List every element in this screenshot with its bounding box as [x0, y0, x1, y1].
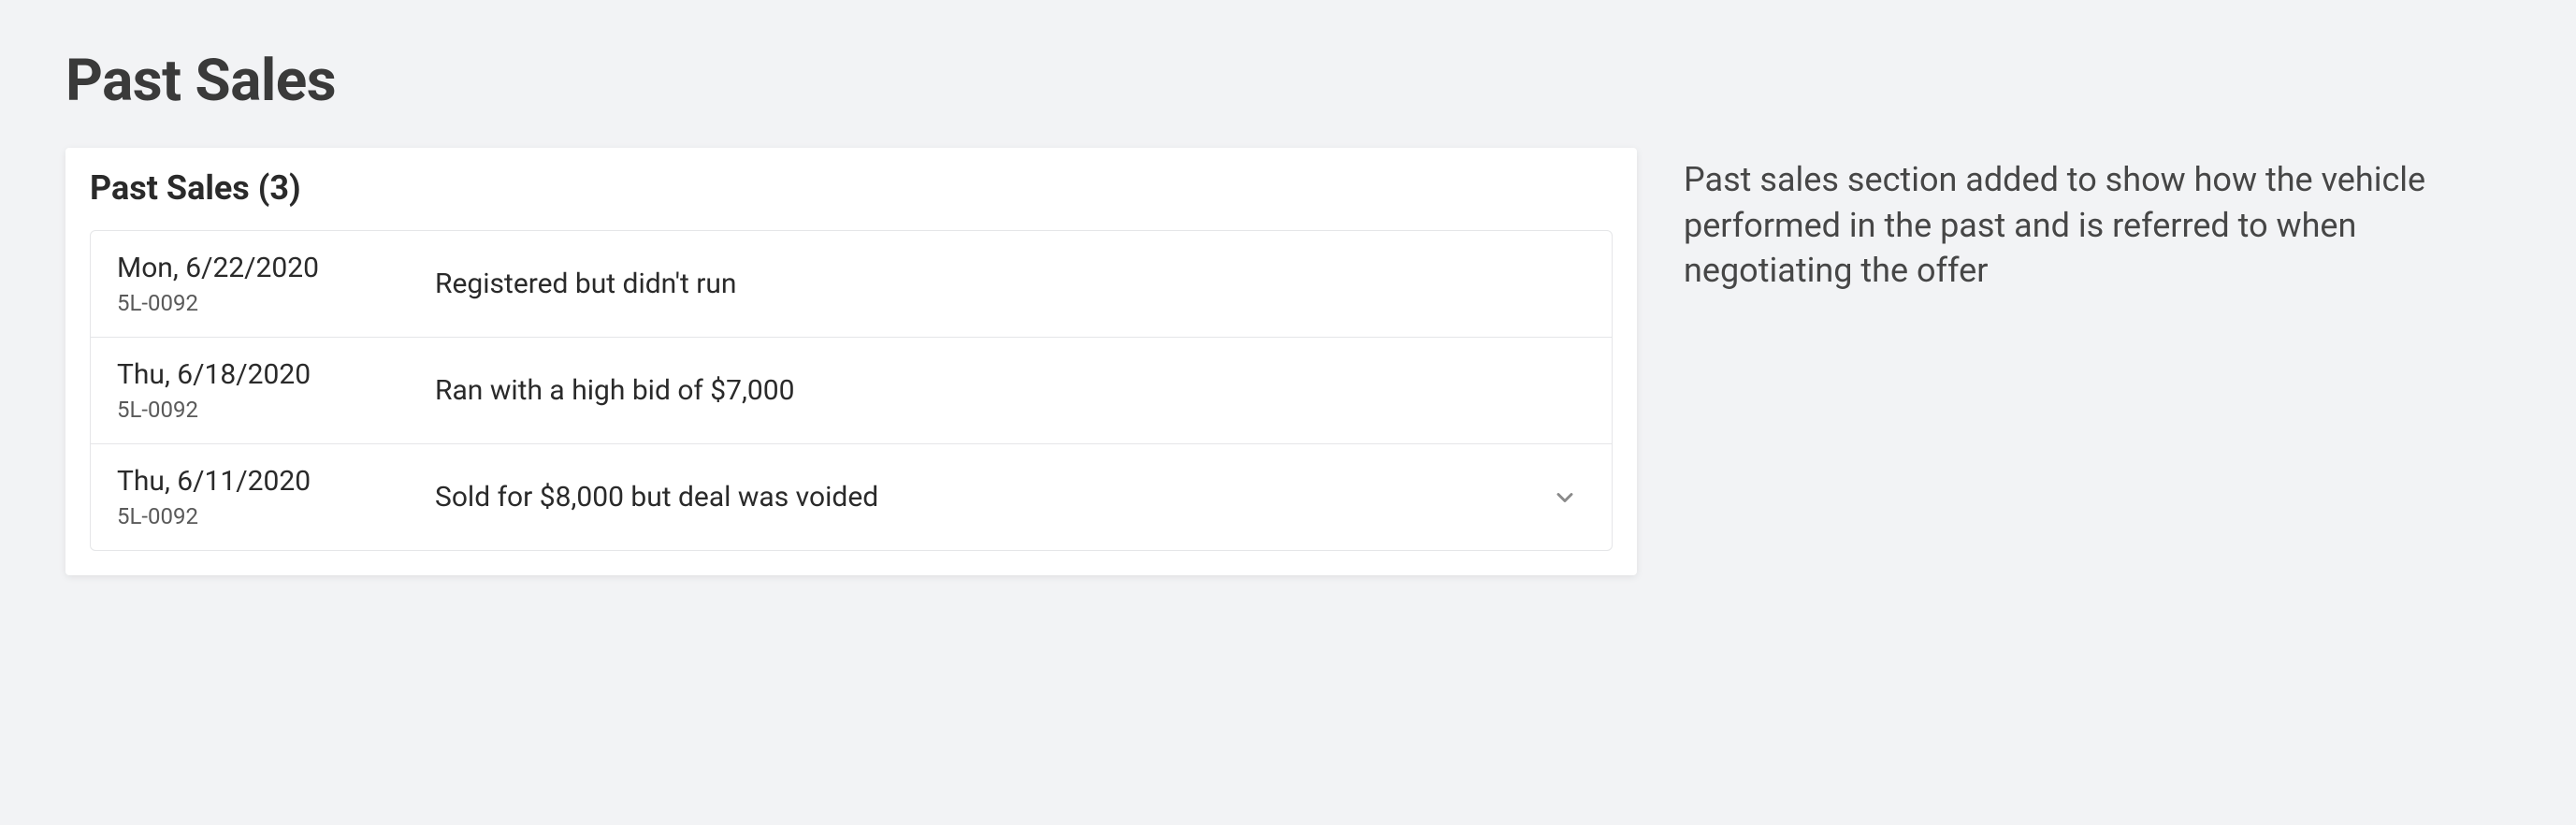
- item-code: 5L-0092: [117, 503, 435, 529]
- item-description: Registered but didn't run: [435, 268, 1585, 300]
- annotation-text: Past sales section added to show how the…: [1684, 148, 2488, 294]
- item-date: Thu, 6/18/2020: [117, 358, 435, 391]
- item-date: Thu, 6/11/2020: [117, 465, 435, 498]
- item-code: 5L-0092: [117, 397, 435, 423]
- item-code: 5L-0092: [117, 290, 435, 316]
- chevron-down-icon[interactable]: [1552, 485, 1585, 511]
- list-item[interactable]: Thu, 6/18/2020 5L-0092 Ran with a high b…: [91, 338, 1612, 444]
- card-header: Past Sales (3): [90, 168, 1613, 208]
- past-sales-card: Past Sales (3) Mon, 6/22/2020 5L-0092 Re…: [65, 148, 1637, 575]
- item-description: Ran with a high bid of $7,000: [435, 374, 1585, 407]
- list-item[interactable]: Thu, 6/11/2020 5L-0092 Sold for $8,000 b…: [91, 444, 1612, 550]
- past-sales-list: Mon, 6/22/2020 5L-0092 Registered but di…: [90, 230, 1613, 551]
- item-description: Sold for $8,000 but deal was voided: [435, 481, 1552, 514]
- page-title: Past Sales: [65, 47, 2511, 115]
- list-item[interactable]: Mon, 6/22/2020 5L-0092 Registered but di…: [91, 231, 1612, 338]
- item-date: Mon, 6/22/2020: [117, 252, 435, 284]
